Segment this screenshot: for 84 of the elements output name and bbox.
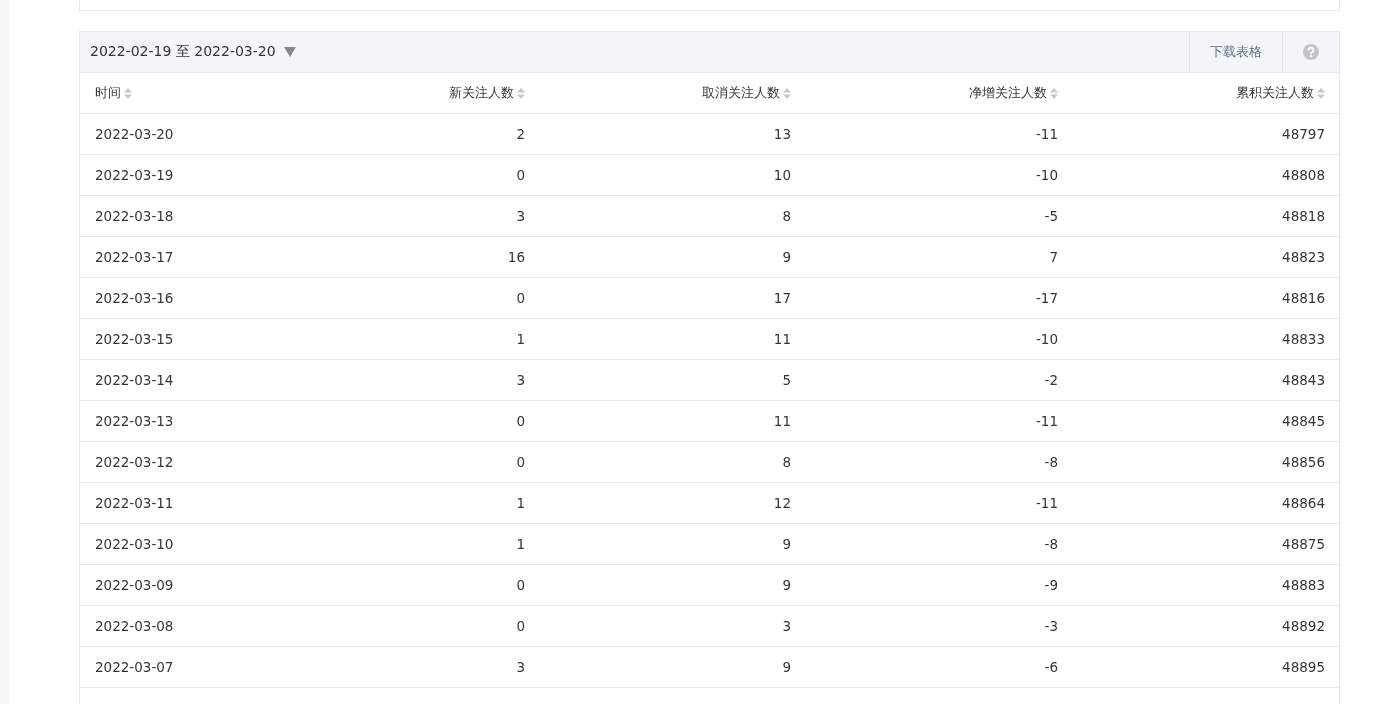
table-cell: 2022-03-14 <box>80 360 280 401</box>
table-cell: 2022-03-11 <box>80 483 280 524</box>
table-cell: 17 <box>540 278 806 319</box>
table-cell: 5 <box>540 360 806 401</box>
table-cell: 8 <box>540 196 806 237</box>
table-cell: 9 <box>540 237 806 278</box>
table-cell: 2022-03-12 <box>80 442 280 483</box>
table-cell: 1 <box>280 524 540 565</box>
table-cell: 11 <box>540 319 806 360</box>
table-cell: -9 <box>806 565 1073 606</box>
table-cell: 48892 <box>1073 606 1340 647</box>
table-cell: 0 <box>280 155 540 196</box>
help-icon[interactable] <box>1303 44 1319 60</box>
table-cell: 2022-03-09 <box>80 565 280 606</box>
table-cell: 1 <box>280 483 540 524</box>
table-cell: 2022-03-15 <box>80 319 280 360</box>
table-cell: 2 <box>280 114 540 155</box>
table-cell: 2022-03-16 <box>80 278 280 319</box>
table-cell: 3 <box>540 606 806 647</box>
table-cell: 48883 <box>1073 565 1340 606</box>
column-header[interactable]: 新关注人数 <box>280 73 540 114</box>
table-cell: 0 <box>280 442 540 483</box>
table-cell: -2 <box>806 360 1073 401</box>
table-cell: 0 <box>280 401 540 442</box>
table-cell: 9 <box>540 524 806 565</box>
table-cell: 48856 <box>1073 442 1340 483</box>
table-cell: 48875 <box>1073 524 1340 565</box>
table-cell: -3 <box>806 606 1073 647</box>
table-cell: 2022-03-08 <box>80 606 280 647</box>
column-header[interactable]: 累积关注人数 <box>1073 73 1340 114</box>
table-cell: -11 <box>806 114 1073 155</box>
sort-icon <box>124 86 132 100</box>
download-table-button[interactable]: 下载表格 <box>1189 32 1282 72</box>
table-cell: 48808 <box>1073 155 1340 196</box>
table-cell: 8 <box>540 442 806 483</box>
table-cell: 9 <box>540 565 806 606</box>
table-cell: -10 <box>806 319 1073 360</box>
table-cell: 2022-03-07 <box>80 647 280 688</box>
caret-icon <box>283 47 296 57</box>
table-cell: 3 <box>280 360 540 401</box>
table-cell: 2022-03-20 <box>80 114 280 155</box>
table-cell: 2022-03-19 <box>80 155 280 196</box>
table-cell: 48864 <box>1073 483 1340 524</box>
table-cell: 48797 <box>1073 114 1340 155</box>
table-cell: 0 <box>280 565 540 606</box>
table-cell: -8 <box>806 524 1073 565</box>
table-cell: 9 <box>540 647 806 688</box>
table-cell: 10 <box>540 155 806 196</box>
table-cell: 48823 <box>1073 237 1340 278</box>
date-range-dropdown[interactable]: 2022-02-19 至 2022-03-20 <box>80 32 306 72</box>
table-cell: 2022-03-18 <box>80 196 280 237</box>
table-cell: -11 <box>806 483 1073 524</box>
table-cell: 7 <box>806 237 1073 278</box>
sort-icon <box>1050 86 1058 100</box>
column-header[interactable]: 取消关注人数 <box>540 73 806 114</box>
table-cell: 48895 <box>1073 647 1340 688</box>
table-cell: 48845 <box>1073 401 1340 442</box>
table-cell: 0 <box>280 606 540 647</box>
sort-icon <box>1317 86 1325 100</box>
column-header[interactable]: 时间 <box>80 73 280 114</box>
table-cell: -11 <box>806 401 1073 442</box>
table-cell: 3 <box>280 647 540 688</box>
table-cell: 2022-03-10 <box>80 524 280 565</box>
sort-icon <box>517 86 525 100</box>
table-cell: -10 <box>806 155 1073 196</box>
table-cell: 0 <box>280 278 540 319</box>
table-cell: -17 <box>806 278 1073 319</box>
table-cell: 48816 <box>1073 278 1340 319</box>
table-cell: 11 <box>540 401 806 442</box>
table-cell: 2022-03-13 <box>80 401 280 442</box>
table-cell: 16 <box>280 237 540 278</box>
table-cell: 48818 <box>1073 196 1340 237</box>
table-cell: 3 <box>280 196 540 237</box>
table-cell: -6 <box>806 647 1073 688</box>
table-cell: -5 <box>806 196 1073 237</box>
table-cell: 1 <box>280 319 540 360</box>
table-cell: 2022-03-17 <box>80 237 280 278</box>
table-cell: 48843 <box>1073 360 1340 401</box>
table-cell: 12 <box>540 483 806 524</box>
table-cell: -8 <box>806 442 1073 483</box>
table-cell: 48833 <box>1073 319 1340 360</box>
sort-icon <box>783 86 791 100</box>
column-header[interactable]: 净增关注人数 <box>806 73 1073 114</box>
table-cell: 13 <box>540 114 806 155</box>
